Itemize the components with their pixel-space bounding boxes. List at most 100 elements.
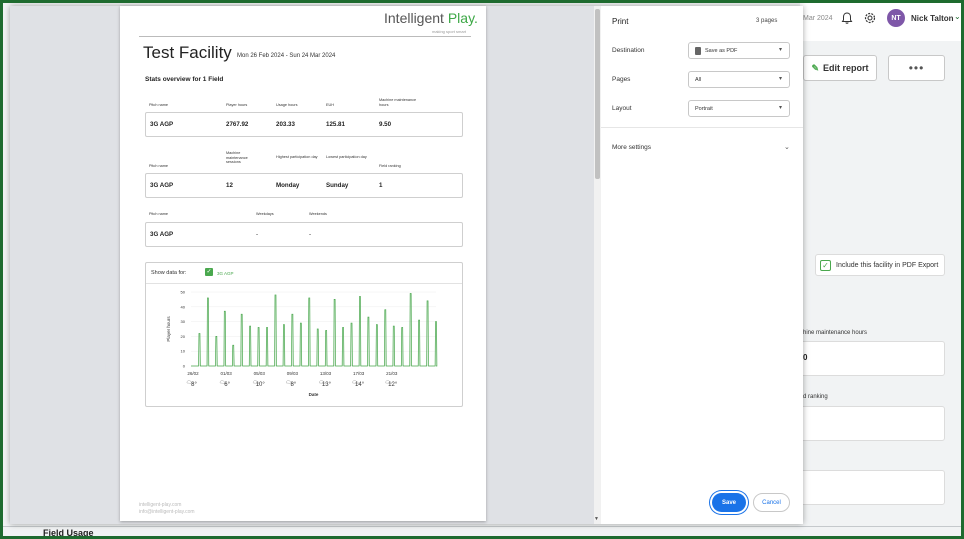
y-tick-label: 0 (183, 364, 186, 369)
show-data-label: Show data for: (151, 270, 187, 276)
user-name[interactable]: Nick Talton (911, 14, 954, 23)
table1-header: Pitch name (149, 103, 168, 107)
stats-card (800, 470, 945, 505)
machine-maintenance-label: hine maintenance hours (803, 330, 868, 336)
table1-cell: 2767.92 (226, 121, 249, 128)
table3-header: Weekdays (256, 212, 274, 216)
weather-temperature: 8° (191, 382, 197, 388)
y-tick-label: 10 (181, 349, 186, 354)
y-tick-label: 30 (181, 319, 186, 324)
header-divider (139, 36, 471, 37)
table2-header: Pitch name (149, 164, 168, 168)
chevron-down-icon: ▾ (778, 105, 782, 111)
table3-header: Pitch name (149, 212, 168, 216)
logo-tagline: making sport smart (432, 29, 467, 34)
save-button[interactable]: Save (712, 493, 746, 512)
field-usage-label: Field Usage (43, 528, 94, 538)
avatar[interactable]: NT (887, 9, 905, 27)
y-tick-label: 20 (181, 334, 186, 339)
pencil-icon: ✎ (811, 62, 820, 73)
more-options-button[interactable]: ••• (888, 55, 945, 81)
table2-cell: 1 (379, 182, 383, 189)
logo: Intelligent Play. (384, 10, 478, 26)
player-hours-chart: 0 10 20 30 40 50 Player hours 26/02 8° 01/03 6° 05/… (166, 290, 438, 397)
table1-header: EUH (326, 103, 335, 107)
page-count: 3 pages (756, 18, 778, 24)
layout-value: Portrait (695, 105, 713, 112)
pages-select[interactable]: All ▾ (688, 71, 790, 88)
x-tick-label: 21/03 (386, 371, 398, 376)
print-dialog: Intelligent Play. making sport smart Tes… (10, 6, 803, 524)
series-line (191, 293, 438, 367)
chevron-down-icon[interactable]: ⌄ (954, 12, 961, 21)
chevron-down-icon: ▾ (778, 47, 782, 53)
y-tick-label: 40 (181, 304, 186, 309)
checkmark-icon: ✓ (205, 268, 213, 276)
x-tick-label: 09/03 (287, 371, 299, 376)
checkmark-icon: ✓ (820, 259, 831, 271)
table1-header: Usage hours (276, 103, 298, 107)
field-ranking-label: d ranking (803, 394, 828, 400)
weather-temperature: 12° (388, 382, 398, 388)
cancel-button[interactable]: Cancel (753, 493, 790, 512)
table1-header: Machine maintenance hours (379, 98, 417, 107)
facility-title: Test Facility (143, 43, 232, 62)
table1-cell: 9.50 (379, 121, 392, 128)
screen: Mar 2024 NT Nick Talton ⌄ ✎ Edit report … (0, 0, 964, 539)
table2-cell: Monday (276, 182, 300, 189)
stats-heading: Stats overview for 1 Field (145, 76, 224, 83)
destination-select[interactable]: Save as PDF ▾ (688, 42, 790, 59)
weather-temperature: 8° (290, 382, 296, 388)
table2-cell: 12 (226, 182, 233, 189)
table3-row (145, 222, 463, 247)
weather-temperature: 14° (355, 382, 365, 388)
y-axis-label: Player hours (166, 316, 171, 342)
table2-header: Highest participation day (276, 155, 318, 159)
edit-report-label: Edit report (823, 63, 869, 73)
pages-value: All (695, 76, 702, 83)
scroll-down-icon[interactable]: ▼ (594, 516, 599, 522)
table3-cell: - (256, 231, 259, 238)
layout-select[interactable]: Portrait ▾ (688, 100, 790, 117)
footer-bar (3, 526, 961, 536)
print-settings-pane: Print 3 pages Destination Save as PDF ▾ … (601, 6, 803, 524)
table2-header: Machine maintenance sessions (226, 151, 248, 164)
include-label: Include this facility in PDF Export (836, 261, 939, 269)
document-icon (695, 46, 701, 55)
table2-header: Lowest participation day (326, 155, 367, 159)
weather-temperature: 6° (224, 382, 230, 388)
bell-icon[interactable] (840, 11, 854, 25)
preview-scrollbar-thumb[interactable] (595, 9, 600, 179)
field-ranking-card (800, 406, 945, 441)
x-axis-label: Date (309, 392, 319, 397)
edit-report-button[interactable]: ✎ Edit report (803, 55, 877, 81)
machine-maintenance-value: 0 (803, 353, 808, 362)
weather-temperature: 10° (256, 382, 266, 388)
x-tick-label: 05/03 (254, 371, 266, 376)
y-tick-label: 50 (181, 290, 186, 295)
table1-row (145, 112, 463, 137)
more-settings-toggle[interactable]: More settings (612, 144, 651, 151)
print-preview-pane[interactable]: Intelligent Play. making sport smart Tes… (10, 6, 601, 524)
chevron-down-icon: ▾ (778, 76, 782, 82)
pages-label: Pages (612, 76, 631, 83)
chevron-down-icon[interactable]: ⌄ (784, 143, 790, 151)
print-title: Print (612, 17, 629, 26)
weather-temperature: 13° (322, 382, 332, 388)
show-data-pitch: 3G AGP (217, 271, 234, 276)
gear-icon[interactable] (863, 11, 877, 25)
include-facility-checkbox[interactable]: ✓ Include this facility in PDF Export (815, 254, 945, 276)
destination-label: Destination (612, 47, 645, 54)
destination-value: Save as PDF (705, 47, 738, 54)
table3-cell: 3G AGP (150, 231, 174, 238)
machine-maintenance-card (800, 341, 945, 376)
table1-cell: 203.33 (276, 121, 295, 128)
date-fragment: Mar 2024 (803, 15, 833, 22)
series-area (191, 293, 437, 366)
table1-cell: 3G AGP (150, 121, 174, 128)
logo-main: Intelligent (384, 10, 448, 26)
x-tick-label: 01/03 (220, 371, 232, 376)
x-tick-label: 26/02 (187, 371, 199, 376)
table1-cell: 125.81 (326, 121, 345, 128)
table2-cell: 3G AGP (150, 182, 174, 189)
